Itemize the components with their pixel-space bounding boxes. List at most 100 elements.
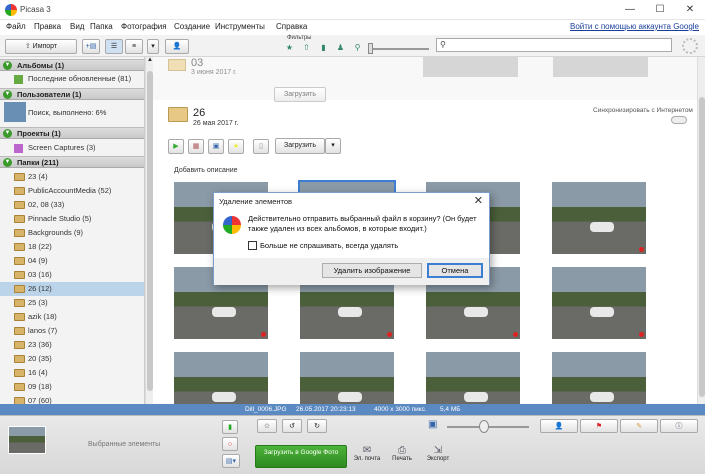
people-button[interactable]: 👤 bbox=[165, 39, 189, 54]
photo-thumbnail[interactable] bbox=[426, 352, 520, 404]
filter-people-icon[interactable]: ♟ bbox=[334, 42, 347, 53]
menu-create[interactable]: Создание bbox=[174, 22, 210, 31]
section-users[interactable]: ▼ Пользователи (1) bbox=[0, 88, 144, 100]
filter-geotag-icon[interactable]: ⚲ bbox=[351, 42, 364, 53]
photo-thumbnail[interactable] bbox=[552, 182, 646, 254]
filter-starred-icon[interactable]: ★ bbox=[283, 42, 296, 53]
google-account-link[interactable]: Войти с помощью аккаунта Google bbox=[570, 22, 699, 31]
close-button[interactable]: ✕ bbox=[675, 0, 705, 20]
section-projects[interactable]: ▼ Проекты (1) bbox=[0, 127, 144, 139]
main-scroll-thumb[interactable] bbox=[699, 97, 705, 397]
folder-item[interactable]: lanos (7) bbox=[0, 324, 144, 338]
project-item-label: Screen Captures (3) bbox=[28, 143, 96, 152]
section-albums[interactable]: ▼ Альбомы (1) bbox=[0, 59, 144, 71]
folder-item[interactable]: 09 (18) bbox=[0, 380, 144, 394]
info-panel-button[interactable]: ⓘ bbox=[660, 419, 698, 433]
left-panel-scrollbar[interactable]: ▲ bbox=[145, 57, 153, 404]
import-button[interactable]: ⇪ Импорт bbox=[5, 39, 77, 54]
export-button[interactable]: ⇲ Экспорт bbox=[422, 445, 454, 462]
tray-options-button[interactable]: ▤▾ bbox=[222, 454, 240, 468]
upload-label: Загрузить bbox=[284, 91, 316, 98]
folder-item[interactable]: Pinnacle Studio (5) bbox=[0, 212, 144, 226]
export-icon: ⇲ bbox=[433, 445, 443, 456]
folder-icon bbox=[14, 257, 25, 265]
star-outline-icon: ☆ bbox=[263, 423, 271, 430]
folder-item[interactable]: PublicAccountMedia (52) bbox=[0, 184, 144, 198]
photo-thumbnail[interactable] bbox=[174, 352, 268, 404]
tags-panel-button[interactable]: ✎ bbox=[620, 419, 658, 433]
dialog-close-icon[interactable]: ✕ bbox=[474, 194, 483, 207]
add-to-album-button[interactable]: +▤ bbox=[82, 39, 100, 54]
email-button[interactable]: ✉ Эл. почта bbox=[352, 445, 382, 462]
maximize-button[interactable]: ☐ bbox=[645, 0, 675, 20]
folder-label: 03 (16) bbox=[28, 270, 52, 279]
menu-edit[interactable]: Правка bbox=[34, 22, 61, 31]
main-scrollbar[interactable] bbox=[697, 57, 705, 404]
folder-item[interactable]: 02, 08 (33) bbox=[0, 198, 144, 212]
menu-help[interactable]: Справка bbox=[276, 22, 307, 31]
photo-thumbnail[interactable] bbox=[300, 352, 394, 404]
dont-ask-checkbox[interactable] bbox=[248, 241, 257, 250]
upload-button[interactable]: Загрузить bbox=[275, 138, 325, 154]
menu-view[interactable]: Вид bbox=[70, 22, 84, 31]
section-folders[interactable]: ▼ Папки (211) bbox=[0, 156, 144, 168]
folder-item[interactable]: azik (18) bbox=[0, 310, 144, 324]
add-description-link[interactable]: Добавить описание bbox=[174, 167, 238, 174]
car bbox=[589, 221, 614, 232]
folder-item[interactable]: Backgrounds (9) bbox=[0, 226, 144, 240]
photo-thumbnail[interactable] bbox=[552, 267, 646, 339]
folder-item[interactable]: 16 (4) bbox=[0, 366, 144, 380]
list-view-button[interactable]: ☰ bbox=[105, 39, 123, 54]
filter-upload-icon[interactable]: ⇧ bbox=[300, 42, 313, 53]
folder-item-selected[interactable]: 26 (12) bbox=[0, 282, 144, 296]
folder-item[interactable]: 04 (9) bbox=[0, 254, 144, 268]
section-folders-label: Папки (211) bbox=[17, 158, 59, 167]
user-search-status: Поиск, выполнено: 6% bbox=[0, 106, 144, 120]
movie-button[interactable]: ▣ bbox=[208, 139, 224, 154]
project-icon bbox=[14, 144, 23, 153]
collage-button[interactable]: ▦ bbox=[188, 139, 204, 154]
tray-thumbnail[interactable] bbox=[8, 426, 46, 454]
album-item-recent[interactable]: Последние обновленные (81) bbox=[0, 72, 144, 86]
star-button[interactable]: ☆ bbox=[257, 419, 277, 433]
photo-thumbnail[interactable] bbox=[552, 352, 646, 404]
upload-google-photos-button[interactable]: Загрузить в Google Фото bbox=[255, 445, 347, 468]
minimize-button[interactable]: — bbox=[615, 0, 645, 20]
prev-upload-button[interactable]: Загрузить bbox=[274, 87, 326, 102]
star-icon: ★ bbox=[232, 143, 240, 150]
menu-folder[interactable]: Папка bbox=[90, 22, 113, 31]
delete-image-button[interactable]: Удалить изображение bbox=[322, 263, 422, 278]
filter-slider-handle[interactable] bbox=[368, 43, 373, 54]
collapse-icon: ▼ bbox=[3, 158, 12, 167]
zoom-slider-handle[interactable] bbox=[479, 420, 489, 433]
delete-dialog: Удаление элементов ✕ Действительно отпра… bbox=[213, 192, 490, 285]
view-dropdown-button[interactable]: ▾ bbox=[147, 39, 159, 54]
star-folder-button[interactable]: ★ bbox=[228, 139, 244, 154]
folder-item[interactable]: 18 (22) bbox=[0, 240, 144, 254]
filter-video-icon[interactable]: ▮ bbox=[317, 42, 330, 53]
sync-toggle[interactable] bbox=[671, 116, 687, 124]
rotate-left-button[interactable]: ↺ bbox=[282, 419, 302, 433]
hold-button[interactable]: ▮ bbox=[222, 420, 238, 434]
folder-item[interactable]: 07 (60) bbox=[0, 394, 144, 404]
save-button[interactable]: ▯ bbox=[253, 139, 269, 154]
folder-item[interactable]: 23 (4) bbox=[0, 170, 144, 184]
search-input[interactable]: ⚲ bbox=[436, 38, 672, 52]
print-button[interactable]: ⎙ Печать bbox=[387, 445, 417, 462]
menu-file[interactable]: Файл bbox=[6, 22, 26, 31]
menu-tools[interactable]: Инструменты bbox=[215, 22, 265, 31]
tree-view-button[interactable]: ≡ bbox=[125, 39, 143, 54]
folder-item[interactable]: 25 (3) bbox=[0, 296, 144, 310]
folder-item[interactable]: 20 (35) bbox=[0, 352, 144, 366]
folder-item[interactable]: 23 (36) bbox=[0, 338, 144, 352]
project-item-screen-captures[interactable]: Screen Captures (3) bbox=[0, 141, 144, 155]
menu-photo[interactable]: Фотография bbox=[121, 22, 167, 31]
clear-button[interactable]: ○ bbox=[222, 437, 238, 451]
cancel-button[interactable]: Отмена bbox=[427, 263, 483, 278]
play-slideshow-button[interactable]: ▶ bbox=[168, 139, 184, 154]
places-panel-button[interactable]: ⚑ bbox=[580, 419, 618, 433]
people-panel-button[interactable]: 👤 bbox=[540, 419, 578, 433]
upload-dropdown-button[interactable]: ▾ bbox=[325, 138, 341, 154]
rotate-right-button[interactable]: ↻ bbox=[307, 419, 327, 433]
folder-item[interactable]: 03 (16) bbox=[0, 268, 144, 282]
